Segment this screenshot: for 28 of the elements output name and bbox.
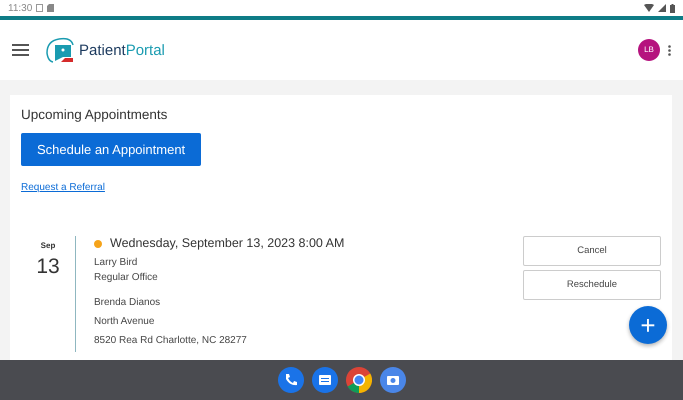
detail-text: North Avenue (94, 315, 156, 330)
user-avatar[interactable]: LB (638, 39, 660, 61)
day-number: 13 (35, 256, 61, 278)
wifi-icon (644, 4, 654, 12)
detail-text: Regular Office (94, 271, 159, 286)
schedule-button[interactable]: Schedule an Appointment (21, 133, 202, 166)
phone-icon[interactable] (278, 367, 304, 393)
camera-icon[interactable] (380, 367, 406, 393)
more-options-icon[interactable] (668, 44, 671, 56)
appointment-datetime: Wednesday, September 13, 2023 8:00 AM (110, 236, 344, 252)
logo-icon (45, 37, 75, 63)
reschedule-button[interactable]: Reschedule (523, 270, 661, 300)
detail-text: Larry Bird (94, 256, 138, 270)
logo-text: PatientPortal (79, 41, 165, 61)
battery-icon (670, 4, 675, 12)
sd-card-icon (47, 4, 54, 12)
messages-icon[interactable] (312, 367, 338, 393)
month-label: Sep (40, 240, 56, 252)
signal-icon (658, 4, 666, 12)
section-title: Upcoming Appointments (21, 106, 168, 124)
detail-text: 8520 Rea Rd Charlotte, NC 28277 (94, 334, 248, 348)
browser-icon[interactable] (346, 367, 372, 393)
menu-icon[interactable] (12, 44, 29, 56)
notification-icon (36, 4, 44, 12)
referral-link[interactable]: Request a Referral (21, 182, 105, 194)
detail-text: Brenda Dianos (94, 296, 162, 310)
clock-time: 11:30 (8, 2, 32, 16)
cancel-button[interactable]: Cancel (523, 236, 661, 266)
